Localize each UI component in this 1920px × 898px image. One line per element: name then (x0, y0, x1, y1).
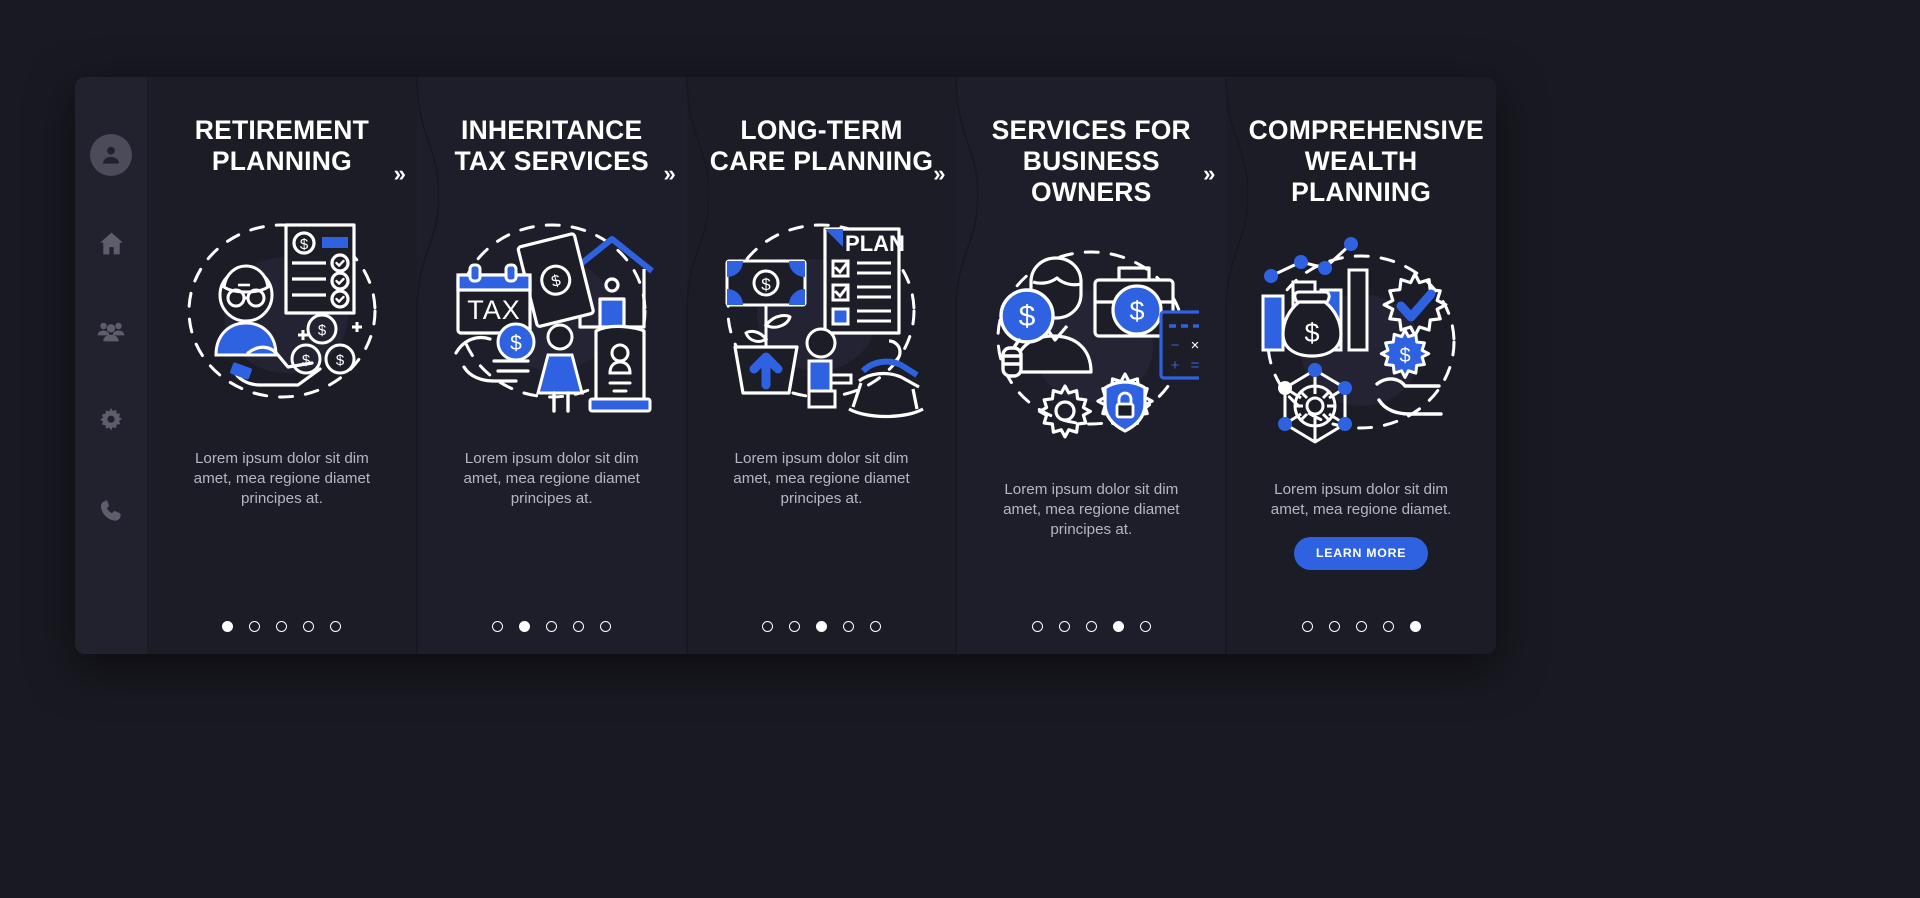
panel-title: COMPREHENSIVE WEALTH PLANNING (1248, 115, 1484, 207)
svg-text:$: $ (336, 352, 345, 369)
panel-body-text: Lorem ipsum dolor sit dim amet, mea regi… (1003, 481, 1180, 538)
svg-text:=: = (1191, 357, 1199, 374)
pagination-dot[interactable] (1301, 621, 1313, 632)
learn-more-button[interactable]: LEARN MORE (1294, 537, 1429, 570)
sidebar-item-settings[interactable] (89, 399, 133, 443)
svg-text:$: $ (1130, 296, 1145, 326)
pagination-dot[interactable] (573, 621, 585, 632)
pagination-dot[interactable] (761, 621, 773, 632)
pagination-dot[interactable] (546, 621, 558, 632)
panel-body-text: Lorem ipsum dolor sit dim amet, mea regi… (733, 450, 910, 507)
pagination-dots[interactable] (761, 621, 881, 632)
pagination-dot[interactable] (1355, 621, 1367, 632)
sidebar-item-clients[interactable] (89, 310, 133, 354)
pagination-dot[interactable] (1139, 621, 1151, 632)
svg-text:+: + (1171, 357, 1180, 374)
home-icon (97, 229, 126, 258)
people-group-icon (96, 317, 126, 347)
svg-text:$: $ (302, 352, 311, 369)
chevron-right-double-icon: » (663, 161, 675, 186)
phone-icon (98, 497, 125, 524)
svg-text:×: × (1191, 337, 1199, 354)
pagination-dot[interactable] (815, 621, 827, 632)
business-owners-illustration: $ $ − × + = (983, 234, 1200, 450)
pagination-dot[interactable] (519, 621, 531, 632)
svg-text:$: $ (318, 322, 327, 339)
pagination-dot[interactable] (1382, 621, 1394, 632)
pagination-dot[interactable] (492, 621, 504, 632)
panel-long-term-care-planning[interactable]: » LONG-TERM CARE PLANNING PLAN $ Lorem i… (663, 77, 957, 654)
panel-title: LONG-TERM CARE PLANNING (709, 115, 934, 176)
pagination-dots[interactable] (1301, 621, 1421, 632)
pagination-dot[interactable] (276, 621, 288, 632)
onboarding-card: RETIREMENT PLANNING $ $ $ $ Lorem ipsum … (75, 77, 1496, 654)
sidebar-item-contact[interactable] (89, 488, 133, 532)
pagination-dots[interactable] (1031, 621, 1151, 632)
svg-text:PLAN: PLAN (846, 231, 906, 256)
sidebar-item-profile[interactable] (90, 134, 132, 176)
user-avatar-icon (98, 142, 124, 168)
pagination-dot[interactable] (1058, 621, 1070, 632)
panel-inheritance-tax-services[interactable]: » INHERITANCE TAX SERVICES $ TAX $ Lorem… (394, 77, 687, 654)
pagination-dot[interactable] (222, 621, 234, 632)
sidebar-item-home[interactable] (89, 221, 133, 265)
svg-text:TAX: TAX (467, 295, 521, 325)
pagination-dot[interactable] (788, 621, 800, 632)
pagination-dot[interactable] (600, 621, 612, 632)
svg-text:$: $ (1305, 318, 1320, 348)
chevron-right-double-icon: » (933, 161, 945, 186)
chevron-right-double-icon: » (393, 161, 406, 186)
retirement-planning-illustration: $ $ $ $ (174, 203, 390, 419)
chevron-right-double-icon: » (1203, 161, 1215, 186)
panel-body-text: Lorem ipsum dolor sit dim amet, mea regi… (1270, 481, 1452, 518)
pagination-dots[interactable] (222, 621, 342, 632)
panel-body-text: Lorem ipsum dolor sit dim amet, mea regi… (463, 450, 640, 507)
pagination-dot[interactable] (1112, 621, 1124, 632)
svg-text:$: $ (300, 236, 309, 253)
svg-text:$: $ (1019, 300, 1036, 333)
gear-icon (97, 407, 125, 435)
pagination-dot[interactable] (1085, 621, 1097, 632)
pagination-dot[interactable] (1328, 621, 1340, 632)
inheritance-tax-illustration: $ TAX $ (444, 203, 660, 419)
panel-title: INHERITANCE TAX SERVICES (454, 115, 649, 176)
svg-text:−: − (1171, 337, 1180, 354)
pagination-dot[interactable] (869, 621, 881, 632)
pagination-dot[interactable] (842, 621, 854, 632)
onboarding-panels: RETIREMENT PLANNING $ $ $ $ Lorem ipsum … (147, 77, 1496, 654)
panel-services-for-business-owners[interactable]: » SERVICES FOR BUSINESS OWNERS $ $ − × +… (933, 77, 1227, 654)
panel-body-text: Lorem ipsum dolor sit dim amet, mea regi… (193, 450, 371, 507)
panel-title: RETIREMENT PLANNING (194, 115, 370, 176)
pagination-dot[interactable] (1031, 621, 1043, 632)
panel-title: SERVICES FOR BUSINESS OWNERS (991, 115, 1191, 207)
panel-comprehensive-wealth-planning[interactable]: » COMPREHENSIVE WEALTH PLANNING $ $ Lore… (1203, 77, 1496, 654)
wealth-planning-illustration: $ $ (1253, 234, 1469, 450)
panel-retirement-planning[interactable]: RETIREMENT PLANNING $ $ $ $ Lorem ipsum … (147, 77, 417, 654)
svg-text:$: $ (1400, 345, 1411, 367)
sidebar (75, 77, 147, 654)
pagination-dots[interactable] (492, 621, 612, 632)
pagination-dot[interactable] (303, 621, 315, 632)
pagination-dot[interactable] (249, 621, 261, 632)
long-term-care-illustration: PLAN $ (713, 203, 929, 419)
pagination-dot[interactable] (1409, 621, 1421, 632)
svg-text:$: $ (510, 332, 522, 355)
svg-text:$: $ (762, 275, 772, 294)
pagination-dot[interactable] (330, 621, 342, 632)
